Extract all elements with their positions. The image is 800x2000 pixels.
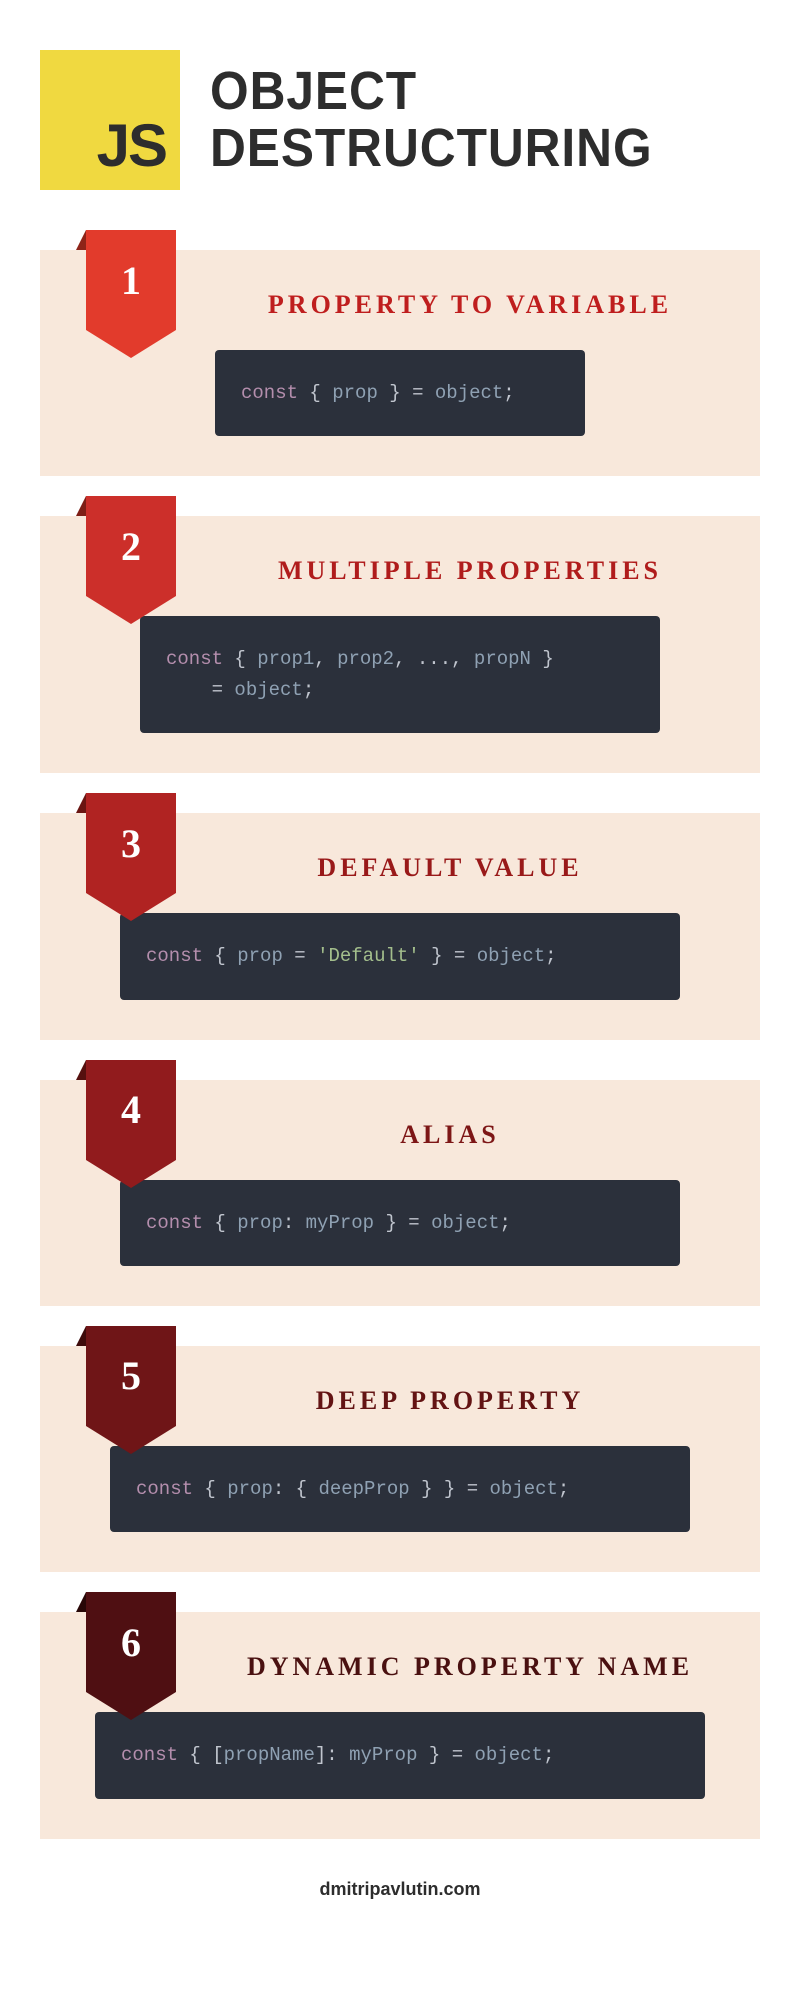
- section-title: PROPERTY TO VARIABLE: [80, 250, 720, 350]
- ribbon-badge-icon: 2: [86, 496, 176, 624]
- code-block: const { prop1, prop2, ..., propN } = obj…: [140, 616, 660, 733]
- badge-number: 4: [86, 1060, 176, 1160]
- code-block: const { [propName]: myProp } = object;: [95, 1712, 705, 1798]
- section-multiple-properties: 2 MULTIPLE PROPERTIES const { prop1, pro…: [40, 516, 760, 773]
- ribbon-badge-icon: 4: [86, 1060, 176, 1188]
- section-alias: 4 ALIAS const { prop: myProp } = object;: [40, 1080, 760, 1306]
- badge-number: 5: [86, 1326, 176, 1426]
- js-logo-text: JS: [97, 111, 166, 180]
- section-default-value: 3 DEFAULT VALUE const { prop = 'Default'…: [40, 813, 760, 1039]
- section-dynamic-property-name: 6 DYNAMIC PROPERTY NAME const { [propNam…: [40, 1612, 760, 1838]
- badge-number: 2: [86, 496, 176, 596]
- section-title: DYNAMIC PROPERTY NAME: [80, 1612, 720, 1712]
- header: JS OBJECT DESTRUCTURING: [40, 50, 760, 190]
- page-title: OBJECT DESTRUCTURING: [210, 63, 653, 176]
- ribbon-badge-icon: 6: [86, 1592, 176, 1720]
- code-block: const { prop } = object;: [215, 350, 585, 436]
- footer-credit: dmitripavlutin.com: [40, 1879, 760, 1900]
- title-line-1: OBJECT: [210, 63, 653, 120]
- section-title: DEEP PROPERTY: [80, 1346, 720, 1446]
- badge-number: 3: [86, 793, 176, 893]
- title-line-2: DESTRUCTURING: [210, 120, 653, 177]
- section-property-to-variable: 1 PROPERTY TO VARIABLE const { prop } = …: [40, 250, 760, 476]
- section-title: DEFAULT VALUE: [80, 813, 720, 913]
- section-title: MULTIPLE PROPERTIES: [80, 516, 720, 616]
- badge-number: 6: [86, 1592, 176, 1692]
- ribbon-badge-icon: 3: [86, 793, 176, 921]
- code-block: const { prop: { deepProp } } = object;: [110, 1446, 690, 1532]
- code-block: const { prop = 'Default' } = object;: [120, 913, 680, 999]
- js-logo-icon: JS: [40, 50, 180, 190]
- badge-number: 1: [86, 230, 176, 330]
- ribbon-badge-icon: 1: [86, 230, 176, 358]
- ribbon-badge-icon: 5: [86, 1326, 176, 1454]
- section-title: ALIAS: [80, 1080, 720, 1180]
- code-block: const { prop: myProp } = object;: [120, 1180, 680, 1266]
- page: JS OBJECT DESTRUCTURING 1 PROPERTY TO VA…: [0, 0, 800, 1930]
- section-deep-property: 5 DEEP PROPERTY const { prop: { deepProp…: [40, 1346, 760, 1572]
